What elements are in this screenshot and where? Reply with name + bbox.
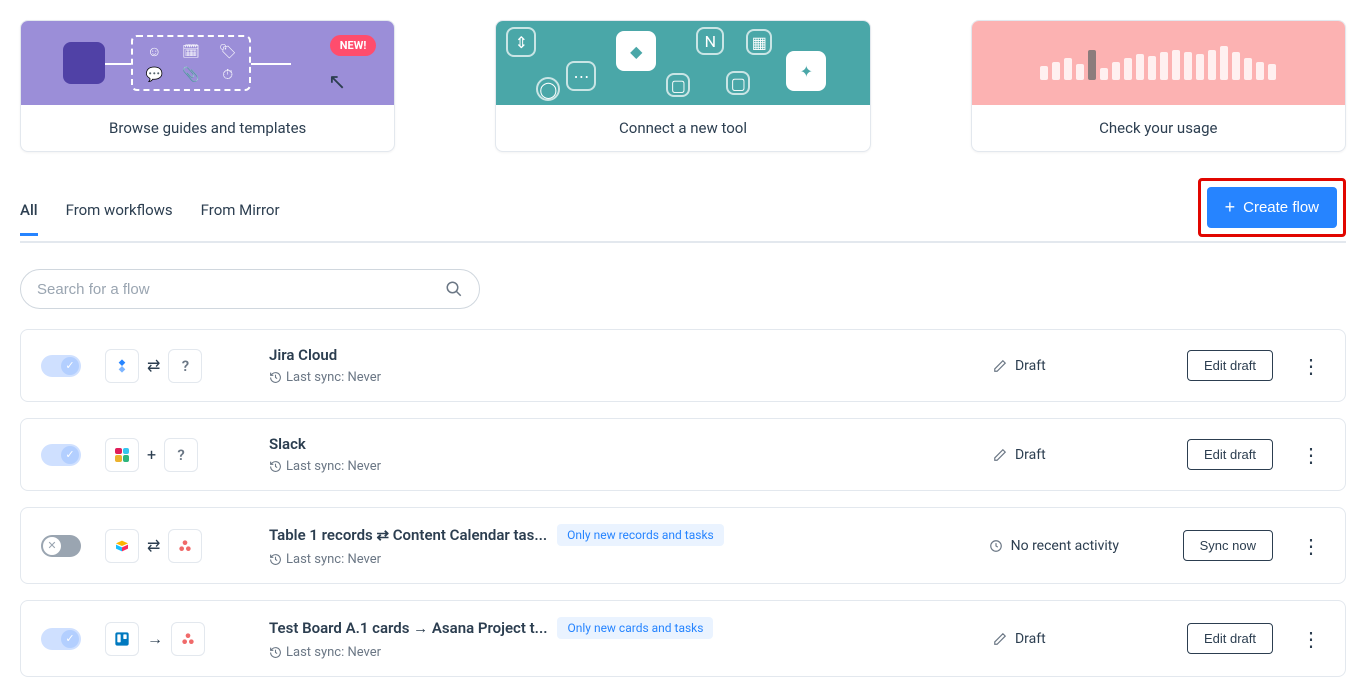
flow-action-button[interactable]: Edit draft (1187, 350, 1273, 381)
flow-last-sync: Last sync: Never (269, 645, 969, 660)
flow-action-button[interactable]: Edit draft (1187, 439, 1273, 470)
direction-icon: → (147, 629, 163, 649)
create-flow-highlight: + Create flow (1198, 178, 1346, 237)
flow-last-sync: Last sync: Never (269, 459, 969, 474)
history-icon (269, 460, 282, 473)
promo-label: Browse guides and templates (21, 105, 394, 151)
flow-title[interactable]: Table 1 records ⇄ Content Calendar tas..… (269, 526, 547, 544)
flow-toggle[interactable]: ✓ (41, 444, 81, 466)
target-app-icon (171, 622, 205, 656)
flow-toggle[interactable]: ✓ (41, 355, 81, 377)
tab-all[interactable]: All (20, 187, 38, 236)
search-wrap (20, 269, 1346, 309)
flow-row: ✓ → Test Board A.1 cards → Asana Project… (20, 600, 1346, 677)
flow-kebab-menu[interactable]: ⋮ (1297, 534, 1325, 558)
flow-status: No recent activity (989, 538, 1159, 554)
flow-icons: ⇄ ? (105, 349, 245, 383)
plus-icon: + (1225, 197, 1236, 218)
search-icon (445, 280, 463, 298)
history-icon (269, 553, 282, 566)
direction-icon: ⇄ (147, 356, 160, 375)
promo-banner-guides: ☺🗓🏷 💬📎⏱ NEW! ↖ (21, 21, 394, 105)
promo-banner-connect: ⇕ ⋯ ◆ N ▦ ✦ ◯ ▢ ▢ (496, 21, 869, 105)
flow-status: Draft (993, 447, 1163, 463)
flow-icons: ⇄ (105, 529, 245, 563)
status-icon (993, 448, 1007, 462)
flow-last-sync: Last sync: Never (269, 370, 969, 385)
source-app-icon (105, 529, 139, 563)
flow-title[interactable]: Slack (269, 435, 306, 453)
flow-kebab-menu[interactable]: ⋮ (1297, 627, 1325, 651)
promo-card-usage[interactable]: Check your usage (971, 20, 1346, 152)
target-app-icon (168, 529, 202, 563)
flow-action-button[interactable]: Sync now (1183, 530, 1273, 561)
source-app-icon (105, 622, 139, 656)
status-label: Draft (1015, 631, 1046, 647)
flow-badge: Only new records and tasks (557, 524, 724, 546)
flow-kebab-menu[interactable]: ⋮ (1297, 443, 1325, 467)
history-icon (269, 371, 282, 384)
status-icon (993, 632, 1007, 646)
cursor-icon: ↖ (328, 70, 346, 95)
create-flow-label: Create flow (1243, 199, 1319, 216)
source-app-icon (105, 349, 139, 383)
flow-icons: → (105, 622, 245, 656)
promo-card-connect[interactable]: ⇕ ⋯ ◆ N ▦ ✦ ◯ ▢ ▢ Connect a new tool (495, 20, 870, 152)
history-icon (269, 646, 282, 659)
tab-from-mirror[interactable]: From Mirror (201, 187, 280, 236)
flow-row: ✓ + ? Slack Last sync: Never Draft Edit … (20, 418, 1346, 491)
purple-node-icon (63, 42, 105, 84)
flow-toggle[interactable]: ✓ (41, 628, 81, 650)
target-app-icon: ? (164, 438, 198, 472)
tab-from-workflows[interactable]: From workflows (66, 187, 173, 236)
tabs-group: All From workflows From Mirror (20, 187, 280, 236)
flow-status: Draft (993, 631, 1163, 647)
status-icon (993, 359, 1007, 373)
flow-row: ✕ ⇄ Table 1 records ⇄ Content Calendar t… (20, 507, 1346, 584)
flow-badge: Only new cards and tasks (557, 617, 713, 639)
flow-last-sync: Last sync: Never (269, 552, 965, 567)
flow-icons: + ? (105, 438, 245, 472)
new-badge: NEW! (330, 35, 377, 56)
promo-label: Check your usage (972, 105, 1345, 151)
direction-icon: + (147, 445, 156, 464)
flow-status: Draft (993, 358, 1163, 374)
flow-row: ✓ ⇄ ? Jira Cloud Last sync: Never Draft … (20, 329, 1346, 402)
flow-toggle[interactable]: ✕ (41, 535, 81, 557)
promo-banner-usage (972, 21, 1345, 105)
promo-cards-row: ☺🗓🏷 💬📎⏱ NEW! ↖ Browse guides and templat… (20, 20, 1346, 152)
tabs-row: All From workflows From Mirror + Create … (20, 182, 1346, 243)
flow-list: ✓ ⇄ ? Jira Cloud Last sync: Never Draft … (20, 329, 1346, 677)
flow-title[interactable]: Jira Cloud (269, 346, 337, 364)
promo-card-guides[interactable]: ☺🗓🏷 💬📎⏱ NEW! ↖ Browse guides and templat… (20, 20, 395, 152)
create-flow-button[interactable]: + Create flow (1207, 187, 1337, 228)
target-app-icon: ? (168, 349, 202, 383)
status-icon (989, 539, 1003, 553)
search-input[interactable] (37, 281, 445, 298)
usage-bars-icon (1040, 46, 1276, 80)
status-label: Draft (1015, 447, 1046, 463)
flow-action-button[interactable]: Edit draft (1187, 623, 1273, 654)
status-label: Draft (1015, 358, 1046, 374)
search-container[interactable] (20, 269, 480, 309)
flow-title[interactable]: Test Board A.1 cards → Asana Project t..… (269, 619, 547, 637)
flow-kebab-menu[interactable]: ⋮ (1297, 354, 1325, 378)
status-label: No recent activity (1011, 538, 1119, 554)
direction-icon: ⇄ (147, 536, 160, 555)
dashed-icons-group: ☺🗓🏷 💬📎⏱ (131, 35, 251, 91)
promo-label: Connect a new tool (496, 105, 869, 151)
source-app-icon (105, 438, 139, 472)
